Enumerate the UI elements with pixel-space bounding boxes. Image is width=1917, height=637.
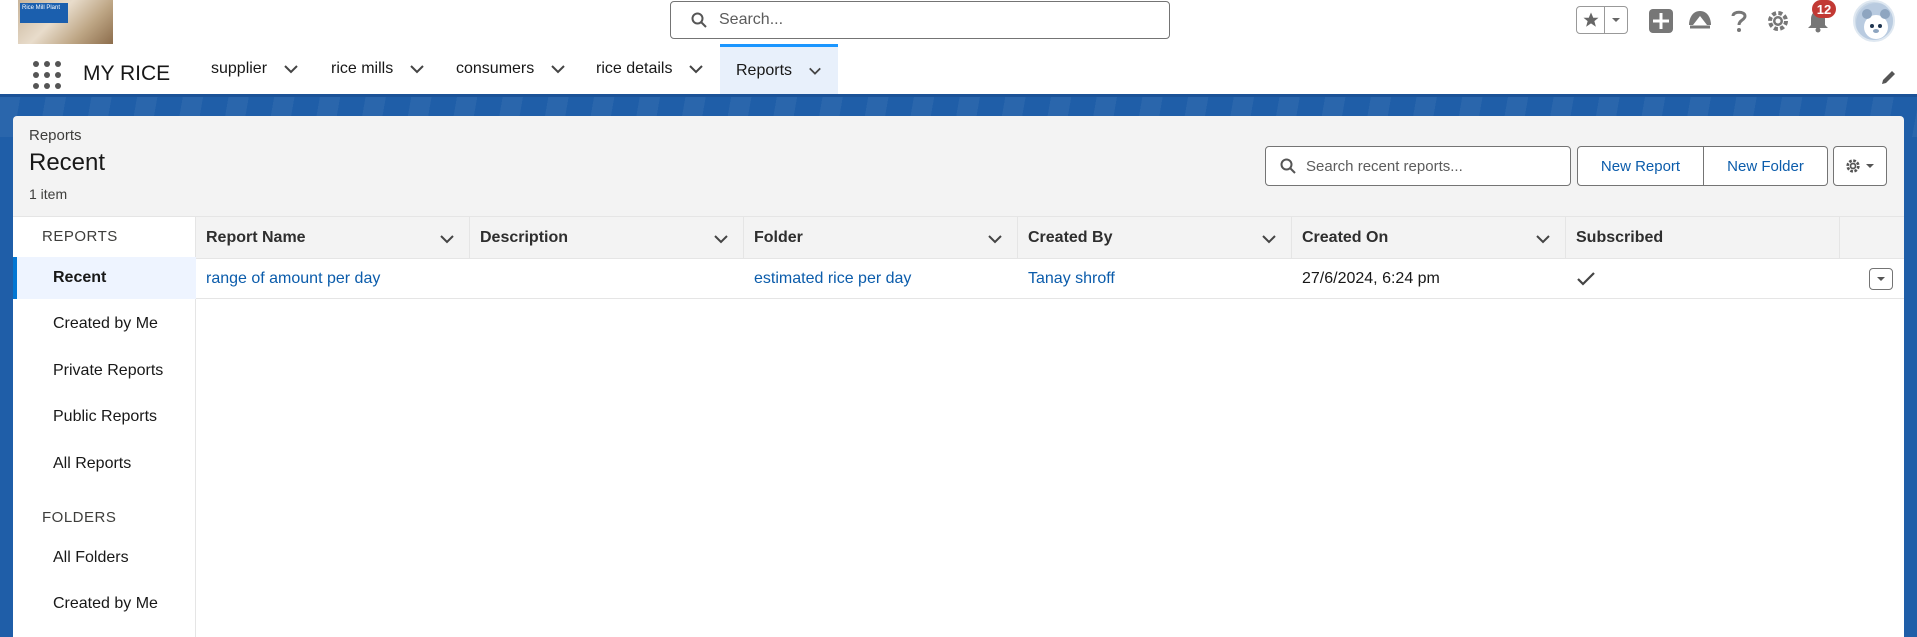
tab-label: rice details [596, 60, 673, 77]
chevron-down-icon[interactable] [1535, 231, 1551, 247]
tab-rice-mills[interactable]: rice mills [331, 44, 425, 94]
sidebar-item-label: Public Reports [53, 408, 158, 425]
subscribed-check-icon [1566, 259, 1596, 299]
gear-icon [1846, 159, 1860, 173]
global-search[interactable] [670, 1, 1170, 39]
column-header-created-on[interactable]: Created On [1292, 217, 1566, 259]
tab-reports[interactable]: Reports [720, 44, 838, 94]
edit-nav-icon[interactable] [1880, 68, 1898, 86]
help-icon[interactable] [1724, 6, 1754, 36]
search-icon [1280, 158, 1296, 174]
chevron-down-icon[interactable] [713, 231, 729, 247]
column-label: Folder [754, 229, 803, 246]
report-name-link[interactable]: range of amount per day [196, 259, 380, 299]
report-search[interactable] [1265, 146, 1571, 186]
chevron-down-icon[interactable] [808, 63, 822, 79]
favorites-control[interactable] [1576, 6, 1628, 34]
chevron-down-icon[interactable] [987, 231, 1003, 247]
avatar[interactable] [1853, 0, 1895, 42]
report-description [470, 259, 480, 299]
column-label: Created By [1028, 229, 1113, 246]
sidebar-item-recent[interactable]: Recent [13, 257, 196, 299]
settings-menu-button[interactable] [1833, 146, 1887, 186]
sidebar-item-all-reports[interactable]: All Reports [13, 443, 196, 485]
column-label: Description [480, 229, 569, 246]
column-label: Report Name [206, 229, 306, 246]
reports-card: Reports Recent 1 item New Report New Fol… [13, 116, 1904, 637]
column-header-description[interactable]: Description [470, 217, 744, 259]
app-name: MY RICE [83, 62, 171, 85]
action-button-group: New Report New Folder [1577, 146, 1828, 186]
folder-link[interactable]: estimated rice per day [744, 259, 911, 299]
app-launcher-icon[interactable] [33, 61, 61, 89]
trailhead-icon[interactable] [1685, 6, 1715, 36]
new-folder-button[interactable]: New Folder [1704, 146, 1828, 186]
sidebar-item-folders-created-by-me[interactable]: Created by Me [13, 583, 196, 625]
gear-icon[interactable] [1763, 6, 1793, 36]
item-count: 1 item [29, 186, 68, 202]
page-eyebrow: Reports [29, 127, 82, 144]
search-icon [691, 12, 707, 28]
chevron-down-icon[interactable] [283, 61, 299, 77]
sidebar-item-public-reports[interactable]: Public Reports [13, 396, 196, 438]
chevron-down-icon[interactable] [439, 231, 455, 247]
created-by-link[interactable]: Tanay shroff [1018, 259, 1115, 299]
sidebar-item-all-folders[interactable]: All Folders [13, 537, 196, 579]
column-header-report-name[interactable]: Report Name [196, 217, 470, 259]
tab-label: supplier [211, 60, 268, 77]
sidebar-heading-folders: FOLDERS [42, 509, 117, 526]
tab-consumers[interactable]: consumers [456, 44, 566, 94]
column-label: Subscribed [1576, 229, 1664, 246]
plus-icon[interactable] [1646, 6, 1676, 36]
sidebar-heading-reports: REPORTS [42, 228, 118, 245]
chevron-down-icon [1877, 277, 1885, 281]
sidebar-item-label: All Reports [53, 455, 132, 472]
reports-table: Report Name Description Folder Created B… [196, 216, 1904, 637]
sidebar-item-label: All Folders [53, 549, 129, 566]
sidebar-item-label: Private Reports [53, 362, 164, 379]
chevron-down-icon[interactable] [1261, 231, 1277, 247]
chevron-down-icon [1866, 164, 1874, 168]
tab-supplier[interactable]: supplier [211, 44, 299, 94]
column-label: Created On [1302, 229, 1389, 246]
chevron-down-icon[interactable] [550, 61, 566, 77]
sidebar-item-label: Created by Me [53, 315, 158, 332]
chevron-down-icon[interactable] [409, 61, 425, 77]
sidebar-item-created-by-me[interactable]: Created by Me [13, 303, 196, 345]
chevron-down-icon[interactable] [1605, 7, 1627, 33]
column-header-subscribed[interactable]: Subscribed [1566, 217, 1840, 259]
tab-label: Reports [736, 61, 793, 79]
created-on-value: 27/6/2024, 6:24 pm [1302, 270, 1440, 287]
tab-label: rice mills [331, 60, 394, 77]
sidebar-item-label: Recent [53, 269, 107, 286]
report-search-input[interactable] [1306, 157, 1566, 175]
star-icon[interactable] [1577, 7, 1605, 33]
column-header-folder[interactable]: Folder [744, 217, 1018, 259]
page-title: Recent [29, 149, 106, 176]
logo-text: Rice Mill Plant [20, 3, 68, 23]
reports-sidebar: REPORTS Recent Created by Me Private Rep… [13, 216, 196, 637]
org-logo[interactable]: Rice Mill Plant [18, 0, 113, 44]
notification-badge: 12 [1812, 0, 1836, 18]
tab-rice-details[interactable]: rice details [596, 44, 704, 94]
row-actions-button[interactable] [1869, 268, 1893, 290]
global-search-input[interactable] [719, 11, 1119, 29]
column-header-created-by[interactable]: Created By [1018, 217, 1292, 259]
tab-label: consumers [456, 60, 535, 77]
sidebar-item-label: Created by Me [53, 595, 158, 612]
global-header: Rice Mill Plant 12 [0, 0, 1917, 44]
chevron-down-icon[interactable] [688, 61, 704, 77]
app-nav-bar: MY RICE supplier rice mills consumers ri… [0, 44, 1917, 97]
table-header: Report Name Description Folder Created B… [196, 217, 1904, 259]
table-row: range of amount per day estimated rice p… [196, 259, 1904, 299]
new-report-button[interactable]: New Report [1577, 146, 1704, 186]
sidebar-item-private-reports[interactable]: Private Reports [13, 350, 196, 392]
